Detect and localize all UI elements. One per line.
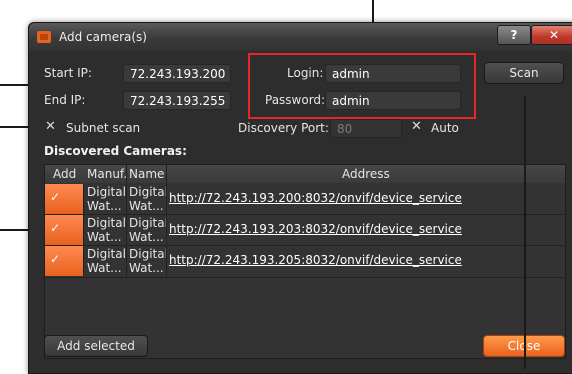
column-header-add[interactable]: Add (53, 167, 76, 181)
title-bar: Add camera(s) ? ✕ (29, 23, 572, 51)
discovered-cameras-title: Discovered Cameras: (44, 144, 187, 158)
start-ip-label: Start IP: (44, 66, 92, 80)
name-cell: Digital Wat... (129, 185, 168, 213)
add-selected-button[interactable]: Add selected (44, 335, 148, 357)
manuf-cell: Digital Wat... (87, 216, 126, 244)
address-link[interactable]: http://72.243.193.200:8032/onvif/device_… (169, 191, 462, 205)
column-divider (166, 165, 167, 277)
login-field[interactable]: admin (325, 64, 461, 83)
row-divider (45, 277, 565, 278)
add-checkbox[interactable]: ✓ (45, 246, 84, 276)
column-header-address[interactable]: Address (342, 167, 390, 181)
manuf-cell: Digital Wat... (87, 185, 126, 213)
discovery-port-field[interactable]: 80 (330, 119, 402, 138)
address-link[interactable]: http://72.243.193.205:8032/onvif/device_… (169, 253, 462, 267)
login-label: Login: (287, 66, 324, 80)
auto-checkbox[interactable]: ✕ (411, 119, 422, 134)
app-icon (37, 31, 51, 43)
table-row[interactable]: ✓ Digital Wat... Digital Wat... http://7… (45, 215, 565, 245)
cameras-table: Add Manuf. Name Address ✓ Digital Wat...… (44, 164, 566, 359)
manuf-cell: Digital Wat... (87, 247, 126, 275)
end-ip-label: End IP: (44, 93, 86, 107)
column-header-manuf[interactable]: Manuf. (87, 167, 127, 181)
password-label: Password: (265, 93, 326, 107)
column-header-name[interactable]: Name (129, 167, 164, 181)
password-field[interactable]: admin (325, 91, 461, 110)
table-row[interactable]: ✓ Digital Wat... Digital Wat... http://7… (45, 246, 565, 276)
add-camera-dialog: Add camera(s) ? ✕ Start IP: 72.243.193.2… (28, 22, 572, 374)
callout-line-ip (0, 84, 30, 86)
start-ip-field[interactable]: 72.243.193.200 (123, 64, 231, 83)
auto-label: Auto (431, 121, 459, 135)
discovery-port-label: Discovery Port: (238, 121, 329, 135)
help-button[interactable]: ? (497, 25, 531, 45)
dialog-title: Add camera(s) (59, 30, 147, 44)
add-checkbox[interactable]: ✓ (45, 215, 84, 245)
subnet-scan-label: Subnet scan (66, 121, 141, 135)
subnet-scan-checkbox[interactable]: ✕ (45, 119, 56, 134)
table-header: Add Manuf. Name Address (45, 165, 565, 183)
address-link[interactable]: http://72.243.193.203:8032/onvif/device_… (169, 222, 462, 236)
scan-button[interactable]: Scan (484, 62, 564, 84)
column-divider (126, 165, 127, 277)
name-cell: Digital Wat... (129, 247, 168, 275)
close-window-button[interactable]: ✕ (531, 25, 572, 45)
callout-line-scan (524, 96, 526, 369)
table-row[interactable]: ✓ Digital Wat... Digital Wat... http://7… (45, 184, 565, 214)
name-cell: Digital Wat... (129, 216, 168, 244)
end-ip-field[interactable]: 72.243.193.255 (123, 91, 231, 110)
add-checkbox[interactable]: ✓ (45, 184, 84, 214)
